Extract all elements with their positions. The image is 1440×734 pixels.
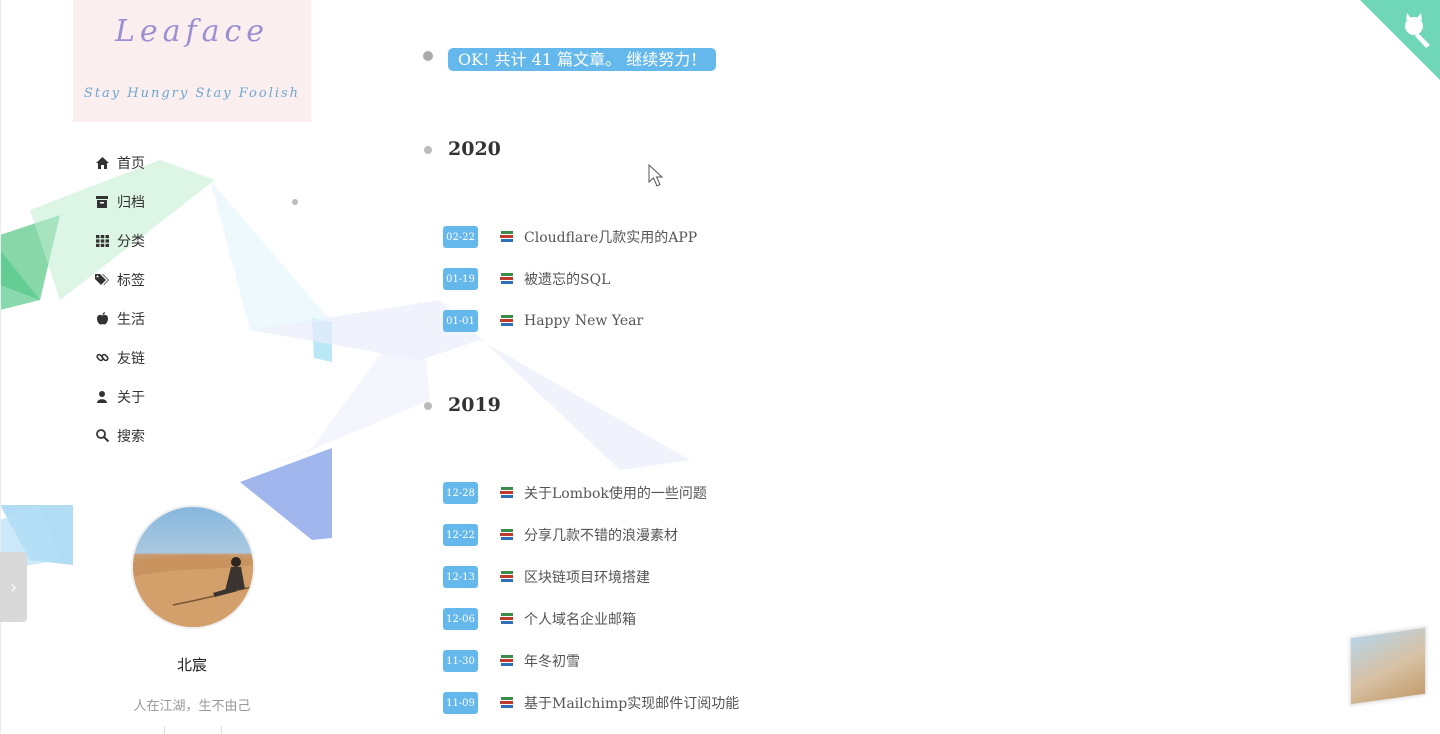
books-icon [500,570,514,584]
books-icon [500,612,514,626]
menu-item-search[interactable]: 搜索 [73,416,311,455]
menu-label: 首页 [117,155,145,172]
timeline-dot [423,51,433,61]
books-icon [500,314,514,328]
search-icon [95,429,109,443]
archive-post[interactable]: 12-13 区块链项目环境搭建 [443,565,650,589]
books-icon [500,696,514,710]
github-corner-link[interactable] [1360,0,1440,80]
home-icon [95,156,109,170]
post-date: 12-22 [443,524,478,546]
post-title-link[interactable]: Cloudflare几款实用的APP [524,227,697,247]
post-title-link[interactable]: 关于Lombok使用的一些问题 [524,483,707,503]
divider [164,726,165,734]
grid-icon [95,234,109,248]
tags-icon [95,273,109,287]
user-icon [95,390,109,404]
menu-label: 分类 [117,233,145,250]
post-title-link[interactable]: 被遗忘的SQL [524,269,610,289]
link-icon [95,351,109,365]
site-title: Leaface [114,14,270,49]
menu-item-about[interactable]: 关于 [73,377,311,416]
menu-label: 归档 [117,194,145,211]
site-brand[interactable]: Leaface Stay Hungry Stay Foolish [73,0,311,122]
archive-icon [95,195,109,209]
menu-label: 标签 [117,272,145,289]
menu-label: 关于 [117,389,145,406]
post-date: 11-30 [443,650,478,672]
menu-item-archive[interactable]: 归档 [73,182,311,221]
main-menu: 首页 归档 分类 标签 生活 友链 关于 搜索 [73,143,311,455]
books-icon [500,654,514,668]
post-title-link[interactable]: Happy New Year [524,313,643,329]
divider [221,726,222,734]
archive-post[interactable]: 01-19 被遗忘的SQL [443,267,610,291]
post-date: 01-01 [443,310,478,332]
menu-item-categories[interactable]: 分类 [73,221,311,260]
timeline-dot [424,146,432,154]
archive-post[interactable]: 01-01 Happy New Year [443,309,643,333]
menu-item-home[interactable]: 首页 [73,143,311,182]
sidebar-toggle-button[interactable]: › [0,552,27,622]
post-count-badge: OK! 共计 41 篇文章。 继续努力！ [448,48,717,71]
archive-post[interactable]: 11-09 基于Mailchimp实现邮件订阅功能 [443,691,739,715]
post-title-link[interactable]: 个人域名企业邮箱 [524,609,636,629]
menu-item-tags[interactable]: 标签 [73,260,311,299]
site-subtitle: Stay Hungry Stay Foolish [83,86,301,101]
post-date: 12-13 [443,566,478,588]
author-motto: 人在江湖，生不由己 [133,699,251,714]
year-heading: 2020 [448,138,501,160]
books-icon [500,486,514,500]
menu-item-life[interactable]: 生活 [73,299,311,338]
post-title-link[interactable]: 分享几款不错的浪漫素材 [524,525,678,545]
timeline-dot [424,402,432,410]
photo-cube-widget[interactable] [1350,626,1426,706]
mouse-cursor-icon [648,164,664,187]
archive-post[interactable]: 02-22 Cloudflare几款实用的APP [443,225,697,249]
post-date: 02-22 [443,226,478,248]
books-icon [500,230,514,244]
menu-item-links[interactable]: 友链 [73,338,311,377]
apple-icon [95,312,109,326]
post-title-link[interactable]: 年冬初雪 [524,651,580,671]
menu-label: 搜索 [117,428,145,445]
menu-label: 生活 [117,311,145,328]
chevron-right-icon: › [9,576,18,598]
post-date: 12-06 [443,608,478,630]
archive-timeline: OK! 共计 41 篇文章。 继续努力！ 2020 02-22 Cloudfla… [420,0,1320,734]
archive-post[interactable]: 12-22 分享几款不错的浪漫素材 [443,523,678,547]
menu-label: 友链 [117,350,145,367]
archive-post[interactable]: 11-30 年冬初雪 [443,649,580,673]
archive-post[interactable]: 12-06 个人域名企业邮箱 [443,607,636,631]
post-date: 01-19 [443,268,478,290]
books-icon [500,272,514,286]
post-title-link[interactable]: 区块链项目环境搭建 [524,567,650,587]
post-date: 11-09 [443,692,478,714]
year-heading: 2019 [448,394,501,416]
post-date: 12-28 [443,482,478,504]
active-indicator [292,199,298,205]
archive-post[interactable]: 12-28 关于Lombok使用的一些问题 [443,481,707,505]
books-icon [500,528,514,542]
post-title-link[interactable]: 基于Mailchimp实现邮件订阅功能 [524,693,739,713]
author-name: 北宸 [176,656,207,674]
avatar-image [133,555,253,627]
avatar[interactable] [131,505,255,629]
sidebar: Leaface Stay Hungry Stay Foolish 首页 归档 分… [73,0,311,734]
